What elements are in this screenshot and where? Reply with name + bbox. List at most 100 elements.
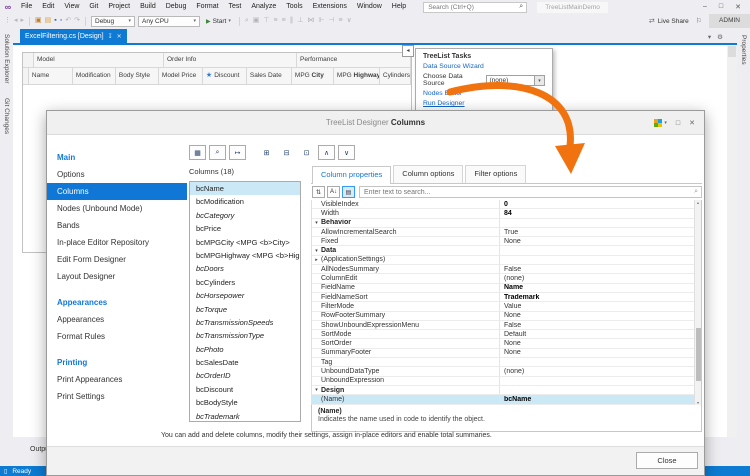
column-list-item[interactable]: bcTorque xyxy=(190,303,300,316)
feedback-icon[interactable]: ⚐ xyxy=(696,17,702,25)
alphabetical-sort-button[interactable]: A↓ xyxy=(327,186,340,198)
new-project-icon[interactable]: ▣ xyxy=(35,15,42,27)
pin-icon[interactable]: ↧ xyxy=(108,33,113,40)
toolbar-icon[interactable]: ▣ xyxy=(253,15,260,27)
property-row[interactable]: (Name) bcName xyxy=(312,395,701,405)
property-row[interactable]: UnboundDataType (none) xyxy=(312,367,701,377)
menu-item[interactable]: Project xyxy=(103,0,135,14)
nav-item[interactable]: Format Rules xyxy=(47,328,187,345)
chevron-down-icon[interactable]: ▾ xyxy=(708,33,711,41)
nav-item[interactable]: In-place Editor Repository xyxy=(47,234,187,251)
menu-item[interactable]: Extensions xyxy=(308,0,352,14)
expand-caret-icon[interactable]: ▸ xyxy=(312,257,321,263)
column-list-item[interactable]: bcDoors xyxy=(190,262,300,275)
property-row[interactable]: SummaryFooter None xyxy=(312,348,701,359)
properties-tab[interactable]: Column options xyxy=(393,165,464,183)
column-header[interactable]: ★Name xyxy=(28,68,73,84)
dialog-titlebar[interactable]: TreeList Designer Columns xyxy=(47,111,704,135)
smart-tag-button[interactable]: ◂ xyxy=(402,45,414,57)
side-tab[interactable]: Git Changes xyxy=(3,98,10,134)
save-icon[interactable]: ▪ xyxy=(54,15,56,27)
menu-item[interactable]: Edit xyxy=(37,0,59,14)
side-tab-properties[interactable]: Properties xyxy=(740,35,747,466)
column-header[interactable]: ★Model Price xyxy=(158,68,203,84)
scroll-up-icon[interactable]: ▴ xyxy=(695,200,701,205)
expand-caret-icon[interactable]: ▾ xyxy=(312,220,321,226)
admin-account-badge[interactable]: ADMIN xyxy=(709,14,750,28)
property-row[interactable]: FilterMode Value xyxy=(312,302,701,312)
open-file-icon[interactable]: ▤ xyxy=(45,15,52,27)
categorized-view-button[interactable]: ⇅ xyxy=(312,186,325,198)
nav-item[interactable]: Columns xyxy=(47,183,187,200)
skin-selector-button[interactable]: ▾ xyxy=(654,119,667,127)
column-header[interactable]: ★MPG City xyxy=(291,68,334,84)
property-row[interactable]: VisibleIndex 0 xyxy=(312,200,701,210)
toolbar-icon[interactable]: ⊥ xyxy=(297,15,303,27)
column-list-item[interactable]: bcCylinders xyxy=(190,276,300,289)
expand-caret-icon[interactable]: ▾ xyxy=(312,248,321,254)
menu-item[interactable]: Test xyxy=(224,0,247,14)
menu-item[interactable]: View xyxy=(59,0,84,14)
column-list-item[interactable]: bcPrice xyxy=(190,222,300,235)
live-share-button[interactable]: ⇄ Live Share xyxy=(649,17,689,26)
column-list-item[interactable]: bcHorsepower xyxy=(190,289,300,302)
nodes-editor-link[interactable]: Nodes Editor xyxy=(423,90,545,97)
column-list-item[interactable]: bcBodyStyle xyxy=(190,396,300,409)
band-header[interactable]: Model xyxy=(34,53,164,67)
column-list-item[interactable]: bcDiscount xyxy=(190,383,300,396)
property-row[interactable]: ShowUnboundExpressionMenu False xyxy=(312,320,701,331)
column-header[interactable]: ★MPG Highway xyxy=(333,68,380,84)
menu-item[interactable]: Analyze xyxy=(246,0,281,14)
property-search-input[interactable] xyxy=(360,188,695,196)
toolbar-icon[interactable]: ≡ xyxy=(339,15,343,27)
column-list-item[interactable]: bcName xyxy=(190,182,300,196)
property-grid-scrollbar[interactable]: ▴ ▾ xyxy=(694,200,701,405)
navigate-back-icon[interactable]: ◂ xyxy=(14,15,18,27)
navigate-forward-icon[interactable]: ▸ xyxy=(21,15,25,27)
menu-item[interactable]: Tools xyxy=(281,0,307,14)
nav-item[interactable]: Edit Form Designer xyxy=(47,251,187,268)
property-row[interactable]: RowFooterSummary None xyxy=(312,311,701,321)
columns-listbox[interactable]: bcName bcModification bcCategory bcPrice bcM… xyxy=(189,181,301,422)
menu-item[interactable]: Git xyxy=(84,0,103,14)
column-header[interactable]: ★Body Style xyxy=(115,68,159,84)
column-list-item[interactable]: bcCategory xyxy=(190,209,300,222)
property-row[interactable]: UnboundExpression xyxy=(312,376,701,386)
search-input[interactable] xyxy=(424,3,520,11)
property-row[interactable]: Fixed None xyxy=(312,237,701,247)
minimize-button[interactable]: – xyxy=(703,3,707,11)
nav-item[interactable]: Options xyxy=(47,166,187,183)
run-designer-link[interactable]: Run Designer xyxy=(423,100,545,107)
menu-item[interactable]: Help xyxy=(387,0,411,14)
scrollbar-thumb[interactable] xyxy=(696,328,701,381)
column-header[interactable]: ★Modification xyxy=(72,68,116,84)
property-row[interactable]: ▸ (ApplicationSettings) xyxy=(312,255,701,266)
move-down-button[interactable]: ∨ xyxy=(338,145,355,160)
maximize-button[interactable]: □ xyxy=(719,3,723,11)
menu-item[interactable]: Build xyxy=(135,0,161,14)
close-dialog-button[interactable]: Close xyxy=(636,452,698,469)
nav-item[interactable]: Bands xyxy=(47,217,187,234)
property-row[interactable]: FieldNameSort Trademark xyxy=(312,292,701,303)
start-debugging-button[interactable]: ▶ Start ▾ xyxy=(203,18,234,25)
toolbar-icon[interactable]: ∥ xyxy=(290,15,294,27)
column-list-item[interactable]: bcModification xyxy=(190,195,300,208)
column-list-item[interactable]: bcTransmissionSpeeds xyxy=(190,316,300,329)
band-header[interactable]: Order Info xyxy=(164,53,297,67)
close-button[interactable]: ✕ xyxy=(735,3,741,11)
nav-item[interactable]: Print Appearances xyxy=(47,371,187,388)
menu-item[interactable]: Window xyxy=(352,0,387,14)
column-list-item[interactable]: bcPhoto xyxy=(190,343,300,356)
menu-item[interactable]: Format xyxy=(191,0,223,14)
band-header[interactable]: Performance xyxy=(297,53,411,67)
solution-configuration-dropdown[interactable]: Debug ▾ xyxy=(91,15,135,27)
toolbar-icon[interactable]: ≡ xyxy=(282,15,286,27)
toolbar-icon[interactable]: ∨ xyxy=(347,15,352,27)
property-row[interactable]: AllNodesSummary False xyxy=(312,265,701,275)
menu-item[interactable]: Debug xyxy=(161,0,192,14)
move-up-button[interactable]: ∧ xyxy=(318,145,335,160)
nav-item[interactable]: Appearances xyxy=(47,311,187,328)
properties-tab[interactable]: Column properties xyxy=(312,166,392,184)
toolbar-icon[interactable]: ≡ xyxy=(274,15,278,27)
column-list-item[interactable]: bcMPGHighway <MPG <b>Highway> xyxy=(190,249,300,262)
